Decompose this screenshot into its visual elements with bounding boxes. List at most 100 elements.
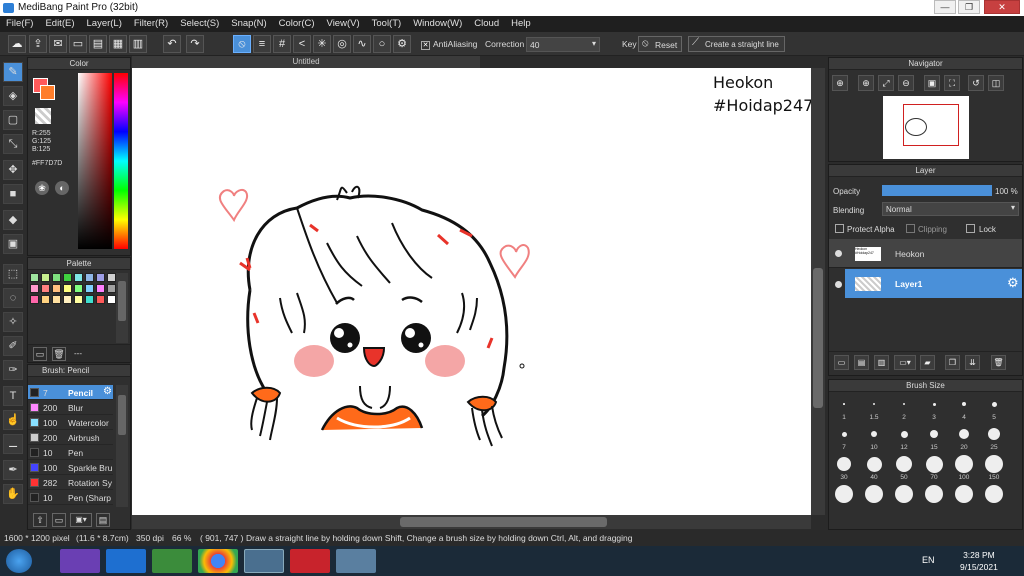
palette-swatch[interactable] xyxy=(30,284,39,293)
select-eraser-icon[interactable]: ✑ xyxy=(3,360,23,380)
palette-swatch[interactable] xyxy=(30,273,39,282)
menu-file[interactable]: File(F) xyxy=(0,16,39,29)
palette-swatch[interactable] xyxy=(85,284,94,293)
grid-page-icon[interactable]: ▦ xyxy=(109,35,127,53)
palette-swatch[interactable] xyxy=(63,273,72,282)
palette-swatch[interactable] xyxy=(63,284,72,293)
undo-icon[interactable]: ↶ xyxy=(163,35,181,53)
brush-list-item[interactable]: 200 Blur xyxy=(28,400,113,415)
blending-select[interactable]: Normal ▾ xyxy=(882,202,1019,216)
palette-swatch[interactable] xyxy=(30,295,39,304)
brush-tool-icon[interactable]: ✎ xyxy=(3,62,23,82)
parallel-snap-icon[interactable]: ≡ xyxy=(253,35,271,53)
menu-view[interactable]: View(V) xyxy=(321,16,366,29)
brush-size-dot[interactable] xyxy=(962,402,966,406)
hue-slider[interactable] xyxy=(114,73,128,249)
brush-settings-icon[interactable]: ▤ xyxy=(96,513,110,527)
brush-size-dot[interactable] xyxy=(896,456,912,472)
rotate-left-icon[interactable]: ↺ xyxy=(968,75,984,91)
brush-list-item[interactable]: 10 Pen (Sharp xyxy=(28,490,113,505)
eraser-tool-icon[interactable]: ◈ xyxy=(3,86,23,106)
new-1bit-layer-icon[interactable]: ▥ xyxy=(874,355,889,370)
merge-layer-icon[interactable]: ⇊ xyxy=(965,355,980,370)
paint-icon[interactable] xyxy=(336,549,376,573)
start-button-icon[interactable] xyxy=(6,549,32,573)
chrome-icon[interactable] xyxy=(198,549,238,573)
palette-swatch[interactable] xyxy=(107,273,116,282)
palette-swatch[interactable] xyxy=(85,295,94,304)
page-icon[interactable]: ▤ xyxy=(89,35,107,53)
brush-size-dot[interactable] xyxy=(988,428,1000,440)
copy-brush-icon[interactable]: ▭ xyxy=(52,513,66,527)
operation-tool-icon[interactable]: ☝ xyxy=(3,410,23,430)
settings-snap-icon[interactable]: ⚙ xyxy=(393,35,411,53)
add-layer-menu-icon[interactable]: ▭▾ xyxy=(894,355,916,370)
menu-tool[interactable]: Tool(T) xyxy=(366,16,408,29)
brush-size-dot[interactable] xyxy=(843,403,845,405)
palette-swatch[interactable] xyxy=(52,295,61,304)
shape-tool-icon[interactable]: ■ xyxy=(3,184,23,204)
close-button[interactable]: ✕ xyxy=(984,0,1020,14)
lasso-tool-icon[interactable]: ◌ xyxy=(3,288,23,308)
document-icon[interactable]: ▭ xyxy=(69,35,87,53)
cloud-icon[interactable]: ☁ xyxy=(8,35,26,53)
palette-swatch[interactable] xyxy=(41,295,50,304)
move-tool-icon[interactable]: ✥ xyxy=(3,160,23,180)
menu-select[interactable]: Select(S) xyxy=(174,16,225,29)
zoom-out-icon[interactable]: ⊖ xyxy=(898,75,914,91)
gear-icon[interactable]: ⚙ xyxy=(103,386,112,397)
brush-size-dot[interactable] xyxy=(895,485,913,503)
transparent-color-swatch[interactable] xyxy=(35,108,51,124)
hand-tool-icon[interactable]: ✋ xyxy=(3,484,23,504)
brush-size-dot[interactable] xyxy=(865,485,883,503)
folder-icon[interactable]: ▰ xyxy=(920,355,935,370)
restore-button[interactable]: ❐ xyxy=(958,0,980,14)
brush-size-dot[interactable] xyxy=(925,455,943,473)
palette-swatch[interactable] xyxy=(96,273,105,282)
visibility-icon[interactable] xyxy=(835,250,842,257)
new-palette-icon[interactable]: ▭ xyxy=(33,347,47,361)
palette-swatch[interactable] xyxy=(85,273,94,282)
brush-size-dot[interactable] xyxy=(932,402,936,406)
snap-off-icon[interactable]: ⦸ xyxy=(233,35,251,53)
brush-list-item[interactable]: 7 Pencil ⚙ xyxy=(28,385,113,400)
brush-scrollbar[interactable] xyxy=(116,385,128,507)
correction-select[interactable]: 40 ▾ xyxy=(526,37,600,52)
text-tool-icon[interactable]: T xyxy=(3,386,23,406)
palette-swatch[interactable] xyxy=(63,295,72,304)
navigator-preview[interactable] xyxy=(883,96,969,159)
palette-swatch[interactable] xyxy=(74,273,83,282)
menu-cloud[interactable]: Cloud xyxy=(468,16,505,29)
language-indicator[interactable]: EN xyxy=(922,555,935,565)
eyedropper-icon[interactable]: ✒ xyxy=(3,460,23,480)
brush-size-dot[interactable] xyxy=(959,429,969,439)
canvas-vertical-scrollbar[interactable] xyxy=(811,68,825,515)
gradient-tool-icon[interactable]: ▣ xyxy=(3,234,23,254)
palette-scrollbar[interactable] xyxy=(116,273,128,343)
brush-menu-icon[interactable]: ▣▾ xyxy=(70,513,92,527)
drawing-canvas[interactable]: Heokon #Hoidap247 xyxy=(132,68,813,515)
brush-size-dot[interactable] xyxy=(866,456,882,472)
brush-size-dot[interactable] xyxy=(873,403,875,405)
concentric-snap-icon[interactable]: ◎ xyxy=(333,35,351,53)
brush-list-item[interactable]: 100 Watercolor xyxy=(28,415,113,430)
delete-layer-icon[interactable]: 🗑 xyxy=(991,355,1006,370)
select-tool-icon[interactable]: ⬚ xyxy=(3,264,23,284)
canvas-horizontal-scrollbar[interactable] xyxy=(132,515,811,529)
visibility-icon[interactable] xyxy=(835,281,842,288)
brush-size-dot[interactable] xyxy=(991,401,997,407)
brush-size-dot[interactable] xyxy=(835,485,853,503)
secondary-color-swatch[interactable] xyxy=(40,85,55,100)
fit-icon[interactable]: ⤢ xyxy=(878,75,894,91)
menu-window[interactable]: Window(W) xyxy=(407,16,468,29)
brush-list-item[interactable]: 200 Airbrush xyxy=(28,430,113,445)
brush-size-dot[interactable] xyxy=(985,455,1003,473)
palette-swatch[interactable] xyxy=(96,295,105,304)
perspective-snap-icon[interactable]: < xyxy=(293,35,311,53)
internet-explorer-icon[interactable] xyxy=(106,549,146,573)
straight-line-button[interactable]: ⟋ Create a straight line xyxy=(688,36,785,52)
redo-icon[interactable]: ↷ xyxy=(186,35,204,53)
curve-snap-icon[interactable]: ∿ xyxy=(353,35,371,53)
brush-size-dot[interactable] xyxy=(841,431,847,437)
brush-size-dot[interactable] xyxy=(900,430,908,438)
